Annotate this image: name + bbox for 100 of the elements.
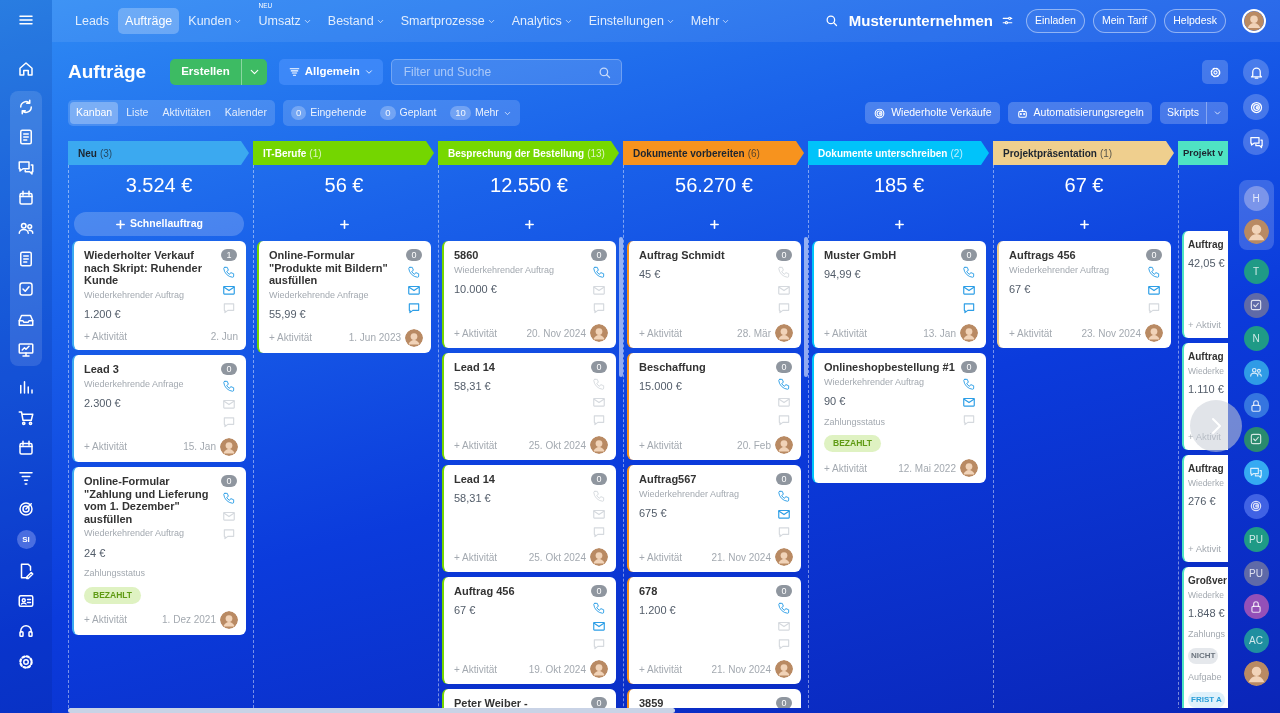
lock-icon[interactable] (1243, 393, 1269, 418)
add-activity-link[interactable]: + Aktivität (639, 661, 683, 677)
company-name[interactable]: Musterunternehmen (848, 9, 993, 33)
deal-title[interactable]: Peter Weiber - (454, 697, 586, 708)
deal-title[interactable]: Lead 14 (454, 361, 586, 374)
scrollbar[interactable] (619, 237, 623, 377)
nav-tab[interactable]: Aufträge (118, 7, 180, 35)
phone-icon[interactable] (222, 378, 236, 393)
stage-header[interactable]: Projekt v (1178, 141, 1228, 165)
add-icon[interactable] (523, 218, 535, 230)
stage-header[interactable]: Projektpräsentation (1) (993, 141, 1174, 165)
counter-button[interactable]: 0 Geplant (374, 102, 443, 124)
phone-icon[interactable] (222, 490, 236, 505)
cart-icon[interactable] (17, 408, 35, 427)
add-activity-link[interactable]: + Aktivit (1188, 317, 1221, 332)
nav-tab[interactable]: Bestand (320, 7, 392, 35)
deal-card[interactable]: Auftrag Schmidt 45 € 0 + Aktivität 28. Mär (627, 241, 801, 348)
deal-title[interactable]: Auftrag567 (639, 473, 771, 486)
deal-title[interactable]: Lead 14 (454, 473, 586, 486)
header-button[interactable]: Helpdesk (1164, 9, 1226, 33)
next-button[interactable] (1190, 400, 1242, 452)
add-activity-link[interactable]: + Aktivität (454, 437, 498, 453)
nav-tab[interactable]: Mehr (683, 7, 738, 35)
chat-button[interactable] (1243, 129, 1269, 155)
mail-icon[interactable] (1147, 283, 1161, 297)
calendar-icon[interactable] (17, 188, 35, 207)
filter-preset-button[interactable]: Allgemein (278, 59, 383, 85)
deal-card[interactable]: Wiederholter Verkauf nach Skript: Ruhender Kunde Wiederkehrender Auftrag 1.200 € 1 + Aktivität 2. Jun (72, 241, 246, 350)
deal-card[interactable]: Onlineshopbestellung #1 Wiederkehrender Auftrag 90 € Zahlungsstatus BEZAHLT 0 + Aktivität 12. Mai 2022 (812, 353, 986, 484)
lock-icon[interactable] (1243, 594, 1269, 619)
user-avatar[interactable]: N (1243, 326, 1269, 351)
deal-card[interactable]: Auftrag 456 67 € 0 + Aktivität 19. Okt 2024 (442, 577, 616, 684)
phone-icon[interactable] (407, 265, 421, 279)
header-button[interactable]: Mein Tarif (1092, 9, 1157, 33)
add-icon[interactable] (708, 218, 720, 230)
deal-title[interactable]: Muster GmbH (824, 249, 956, 262)
stage-header[interactable]: Neu (3) (68, 141, 249, 165)
add-activity-link[interactable]: + Aktivität (824, 325, 868, 341)
mail-icon[interactable] (962, 395, 976, 409)
phone-icon[interactable] (777, 377, 791, 391)
notifications-button[interactable] (1243, 59, 1269, 85)
user-avatar[interactable]: PU (1243, 527, 1269, 552)
target-icon[interactable] (17, 499, 35, 518)
deal-card[interactable]: Peter Weiber - 0 (442, 689, 616, 708)
checkbox-icon[interactable] (1243, 426, 1269, 452)
checkbox-icon[interactable] (1243, 292, 1269, 318)
view-tab[interactable]: Kanban (70, 102, 119, 124)
nav-tab[interactable]: Smartprozesse (393, 7, 503, 35)
swirl-icon[interactable] (1243, 493, 1269, 519)
quick-add-button[interactable]: Schnellauftrag (74, 212, 244, 236)
add-activity-link[interactable]: + Aktivität (269, 330, 313, 346)
deal-card[interactable]: Lead 14 58,31 € 0 + Aktivität 25. Okt 2024 (442, 465, 616, 572)
action-button[interactable]: Automatisierungsregeln (1007, 102, 1152, 124)
document-icon[interactable] (17, 128, 35, 147)
deal-card[interactable]: 3859 0 (627, 689, 801, 708)
deal-title[interactable]: Onlineshopbestellung #1 (824, 361, 956, 374)
deal-title[interactable]: Auftrag Schmidt (639, 249, 771, 262)
scrollbar[interactable] (68, 708, 675, 713)
deal-card[interactable]: Lead 3 Wiederkehrende Anfrage 2.300 € 0 + Aktivität 15. Jan (72, 354, 246, 462)
user-avatar[interactable]: T (1243, 259, 1269, 284)
deal-card[interactable]: Muster GmbH 94,99 € 0 + Aktivität 13. Jan (812, 241, 986, 348)
nav-tab[interactable]: Analytics (504, 7, 580, 35)
deal-title[interactable]: Wiederholter Verkauf nach Skript: Ruhender Kunde (84, 249, 216, 287)
user-avatar[interactable]: AC (1243, 627, 1269, 653)
view-tab[interactable]: Kalender (218, 102, 273, 124)
add-activity-link[interactable]: + Aktivität (639, 437, 683, 453)
add-activity-link[interactable]: + Aktivität (84, 328, 128, 344)
add-activity-link[interactable]: + Aktivität (824, 460, 868, 476)
deal-card[interactable]: 5860 Wiederkehrender Auftrag 10.000 € 0 + Aktivität 20. Nov 2024 (442, 241, 616, 348)
phone-icon[interactable] (777, 489, 791, 503)
bar-chart-icon[interactable] (17, 378, 35, 397)
add-activity-link[interactable]: + Aktivität (454, 549, 498, 565)
deal-title[interactable]: Beschaffung (639, 361, 771, 374)
mail-icon[interactable] (407, 283, 421, 297)
action-button[interactable]: Wiederholte Verkäufe (865, 102, 1000, 124)
deal-title[interactable]: Großver (1188, 575, 1228, 587)
phone-icon[interactable] (1147, 265, 1161, 279)
checkbox-icon[interactable] (17, 280, 35, 299)
add-activity-link[interactable]: + Aktivität (639, 549, 683, 565)
deal-card[interactable]: Online-Formular "Zahlung und Lieferung vom 1. Dezember" ausfüllen Wiederkehrender Auftrag 24 € Zahlungsstatus BEZAHLT 0 + Aktivität 1. Dez 2021 (72, 466, 246, 635)
deal-card[interactable]: Auftrag Wiederke 276 € + Aktivit (1182, 455, 1228, 562)
mail-icon[interactable] (777, 507, 791, 521)
create-button[interactable]: Erstellen (170, 59, 267, 85)
phone-icon[interactable] (962, 377, 976, 391)
stage-header[interactable]: Dokumente vorbereiten (6) (623, 141, 804, 165)
nav-tab[interactable]: Kunden (181, 7, 250, 35)
deal-title[interactable]: Auftrag (1188, 463, 1228, 475)
deal-card[interactable]: Beschaffung 15.000 € 0 + Aktivität 20. Feb (627, 353, 801, 460)
presentation-icon[interactable] (17, 340, 35, 359)
people-icon[interactable] (1243, 359, 1269, 385)
deal-title[interactable]: Auftrag (1188, 239, 1228, 251)
add-icon[interactable] (893, 218, 905, 230)
settings-button[interactable] (1202, 60, 1228, 84)
phone-icon[interactable] (592, 265, 606, 279)
nav-tab[interactable]: Einstellungen (581, 7, 682, 35)
phone-icon[interactable] (592, 601, 606, 615)
add-activity-link[interactable]: + Aktivit (1188, 541, 1221, 556)
scrollbar[interactable] (804, 237, 808, 377)
add-icon[interactable] (338, 218, 350, 230)
filter-icon[interactable] (17, 469, 35, 488)
